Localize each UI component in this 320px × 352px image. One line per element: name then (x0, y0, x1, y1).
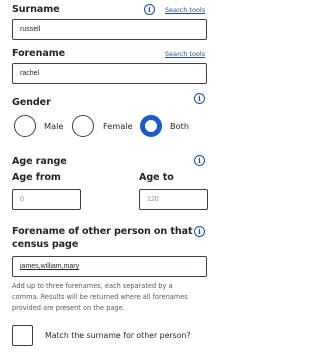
forename-input[interactable]: rachel (12, 63, 207, 84)
other-person-forenames-input[interactable]: james,william,mary (12, 256, 207, 277)
gender-option-both: Both (170, 121, 190, 131)
other-person-help-line2: comma. Results will be returned where al… (12, 293, 188, 301)
match-surname-label: Match the surname for other person? (45, 331, 191, 340)
gender-option-male: Male (44, 121, 64, 131)
gender-option-female: Female (103, 121, 133, 131)
forename-search-tools-link[interactable]: Search tools (165, 50, 205, 58)
census-search-form: Surname i Search tools russell Forename … (0, 0, 229, 352)
other-person-help-line3: provided are present on the page. (12, 304, 125, 312)
surname-label: Surname (12, 4, 60, 15)
age-range-info-icon[interactable]: i (194, 155, 205, 166)
other-person-label-line1: Forename of other person on that (12, 226, 193, 237)
forename-label: Forename (12, 48, 66, 59)
age-range-label: Age range (12, 156, 67, 167)
surname-info-icon[interactable]: i (144, 4, 155, 15)
age-to-input[interactable]: 120 (139, 189, 208, 210)
gender-radio-female[interactable] (72, 115, 94, 137)
age-from-label: Age from (12, 172, 61, 183)
gender-info-icon[interactable]: i (194, 93, 205, 104)
other-person-label-line2: census page (12, 239, 79, 250)
surname-input[interactable]: russell (12, 19, 207, 40)
gender-radio-both[interactable] (140, 115, 162, 137)
surname-search-tools-link[interactable]: Search tools (165, 6, 205, 14)
age-from-input[interactable]: 0 (12, 189, 81, 210)
age-to-label: Age to (139, 172, 174, 183)
gender-label: Gender (12, 97, 51, 108)
other-person-info-icon[interactable]: i (194, 226, 205, 237)
other-person-help-line1: Add up to three forenames, each separate… (12, 282, 173, 290)
match-surname-checkbox[interactable] (12, 325, 33, 346)
gender-radio-male[interactable] (14, 115, 36, 137)
